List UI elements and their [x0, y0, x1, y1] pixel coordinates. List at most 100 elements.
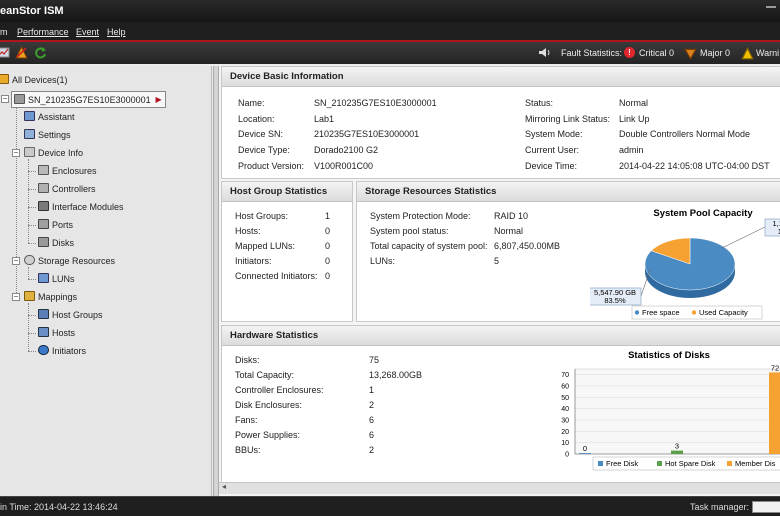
- fault-statistics-label: Fault Statistics:: [561, 48, 623, 58]
- scroll-left-icon[interactable]: ◂: [222, 482, 226, 491]
- host-groups-value: 1: [325, 211, 331, 221]
- disk-enclosures-label: Disk Enclosures:: [235, 400, 303, 410]
- device-type-label: Device Type:: [238, 145, 290, 155]
- sidebar-item-host-groups[interactable]: Host Groups: [38, 307, 103, 323]
- sidebar-item-controllers[interactable]: Controllers: [38, 181, 96, 197]
- bbus-value: 2: [369, 445, 375, 455]
- total-capacity-value: 13,268.00GB: [369, 370, 423, 380]
- sidebar-item-device-info[interactable]: Device Info: [24, 145, 83, 161]
- menu-event[interactable]: Event: [76, 27, 99, 37]
- task-manager-field[interactable]: [752, 501, 780, 513]
- protection-mode-value: RAID 10: [494, 211, 529, 221]
- sidebar-item-ports[interactable]: Ports: [38, 217, 73, 233]
- bar-y-tick-label: 10: [561, 440, 569, 447]
- sidebar-item-label: Mappings: [38, 292, 78, 302]
- sidebar-item-label: Ports: [52, 220, 74, 230]
- location-value: Lab1: [314, 114, 335, 124]
- sidebar-item-label: Initiators: [52, 346, 87, 356]
- warning-alarm-icon: [741, 47, 754, 60]
- main-content: Device Basic Information Name: SN_210235…: [219, 66, 780, 496]
- sidebar-item-settings[interactable]: Settings: [24, 127, 71, 143]
- storage-resources-title: Storage Resources Statistics: [357, 182, 780, 202]
- pool-capacity-label: Total capacity of system pool:: [370, 241, 488, 251]
- sidebar-item-label: LUNs: [52, 274, 75, 284]
- bar-legend-label: Member Dis: [735, 459, 776, 468]
- collapse-device-icon[interactable]: −: [1, 95, 9, 103]
- horizontal-scrollbar[interactable]: ◂: [219, 482, 780, 494]
- menu-help[interactable]: Help: [107, 27, 126, 37]
- sidebar-item-label: Settings: [38, 130, 71, 140]
- bar-member-dis[interactable]: [769, 372, 780, 454]
- current-user-label: Current User:: [525, 145, 580, 155]
- sidebar-item-label: Host Groups: [52, 310, 103, 320]
- major-count[interactable]: Major 0: [700, 48, 730, 58]
- bar-y-tick-label: 20: [561, 429, 569, 436]
- connected-initiators-value: 0: [325, 271, 331, 281]
- sidebar-item-label: Enclosures: [52, 166, 97, 176]
- hosts-value: 0: [325, 226, 331, 236]
- sidebar-item-assistant[interactable]: Assistant: [24, 109, 75, 125]
- fans-value: 6: [369, 415, 375, 425]
- alarm-filter-icon[interactable]: [15, 46, 28, 59]
- sidebar-item-luns[interactable]: LUNs: [38, 271, 75, 287]
- device-sn-value: 210235G7ES10E3000001: [314, 129, 420, 139]
- bar-free-disk[interactable]: [579, 453, 591, 454]
- sidebar-item-mappings[interactable]: Mappings: [24, 289, 77, 305]
- sidebar-item-storage-resources[interactable]: Storage Resources: [24, 253, 115, 269]
- task-manager-label: Task manager:: [690, 502, 750, 512]
- bar-y-tick-label: 30: [561, 418, 569, 425]
- status-value: Normal: [619, 98, 649, 108]
- sidebar-item-label: Assistant: [38, 112, 75, 122]
- storage-resources-panel: Storage Resources Statistics System Prot…: [356, 181, 780, 322]
- fans-label: Fans:: [235, 415, 258, 425]
- connected-initiators-label: Connected Initiators:: [235, 271, 318, 281]
- sidebar-item-interface-modules[interactable]: Interface Modules: [38, 199, 124, 215]
- toolbar: Fault Statistics: ! Critical 0 Major 0 W…: [0, 42, 780, 64]
- sidebar-item-label: Device Info: [38, 148, 84, 158]
- menu-help-label: Help: [107, 27, 126, 37]
- critical-count[interactable]: Critical 0: [639, 48, 674, 58]
- pool-capacity-value: 6,807,450.00MB: [494, 241, 561, 251]
- menu-system[interactable]: m: [0, 27, 8, 37]
- menu-performance[interactable]: Performance: [17, 27, 69, 37]
- controller-enclosures-label: Controller Enclosures:: [235, 385, 324, 395]
- bar-value-label: 3: [675, 442, 679, 451]
- warning-count[interactable]: Warni: [756, 48, 779, 58]
- sidebar-item-disks[interactable]: Disks: [38, 235, 74, 251]
- mapping-icon: [24, 291, 35, 301]
- bar-y-tick-label: 40: [561, 406, 569, 413]
- sidebar-item-enclosures[interactable]: Enclosures: [38, 163, 97, 179]
- collapse-mappings-icon[interactable]: −: [12, 293, 20, 301]
- refresh-icon[interactable]: [34, 46, 47, 59]
- mirroring-value: Link Up: [619, 114, 650, 124]
- initiator-icon: [38, 345, 49, 355]
- bar-value-label: 72: [771, 363, 779, 372]
- collapse-device-info-icon[interactable]: −: [12, 149, 20, 157]
- settings-icon: [24, 129, 35, 139]
- title-bar: eanStor ISM: [0, 0, 780, 22]
- tree-root-all-devices[interactable]: All Devices(1): [0, 72, 68, 88]
- device-menu-arrow-icon[interactable]: ▶: [155, 92, 161, 108]
- chart-icon[interactable]: [0, 46, 10, 59]
- sidebar-item-hosts[interactable]: Hosts: [38, 325, 75, 341]
- total-capacity-label: Total Capacity:: [235, 370, 295, 380]
- pool-status-label: System pool status:: [370, 226, 449, 236]
- initiators-label: Initiators:: [235, 256, 272, 266]
- menu-bar: m Performance Event Help: [0, 22, 780, 42]
- storage-icon: [24, 255, 35, 265]
- sidebar-item-initiators[interactable]: Initiators: [38, 343, 86, 359]
- port-icon: [38, 219, 49, 229]
- minimize-icon[interactable]: [766, 6, 776, 8]
- bar-value-label: 0: [583, 444, 587, 453]
- bar-legend-swatch: [598, 461, 603, 466]
- product-version-label: Product Version:: [238, 161, 305, 171]
- speaker-icon[interactable]: [538, 46, 551, 59]
- power-supplies-label: Power Supplies:: [235, 430, 301, 440]
- bar-hot-spare-disk[interactable]: [671, 450, 683, 454]
- collapse-storage-resources-icon[interactable]: −: [12, 257, 20, 265]
- lun-icon: [38, 273, 49, 283]
- controller-icon: [38, 183, 49, 193]
- tree-device-node[interactable]: SN_210235G7ES10E3000001 ▶: [11, 91, 166, 108]
- pie-legend-label: Free space: [642, 308, 680, 317]
- disks-label: Disks:: [235, 355, 260, 365]
